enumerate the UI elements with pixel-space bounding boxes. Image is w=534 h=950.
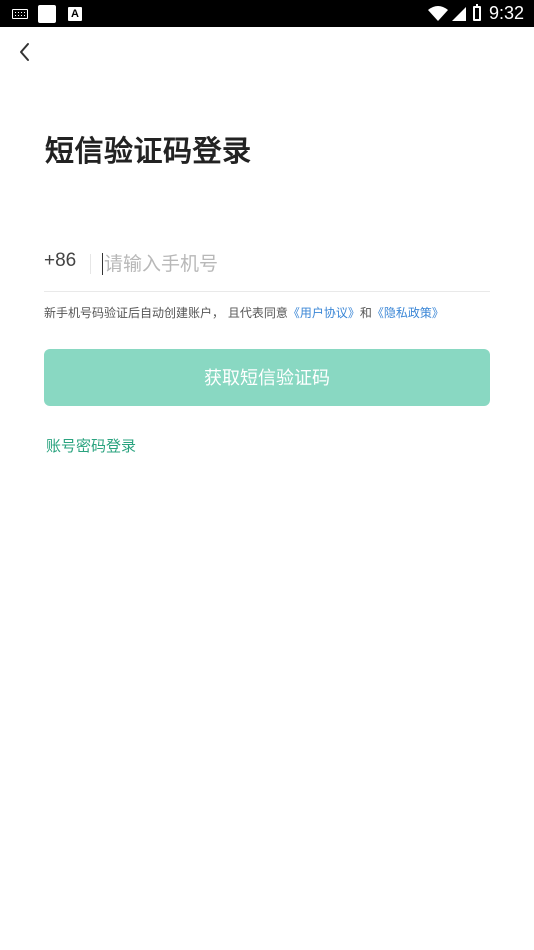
battery-icon [472, 4, 481, 21]
get-sms-code-button[interactable]: 获取短信验证码 [44, 349, 490, 406]
wifi-icon [427, 5, 448, 21]
chevron-left-icon [20, 43, 29, 61]
signal-icon [451, 6, 466, 21]
keyboard-icon [12, 8, 28, 19]
agreement-prefix: 新手机号码验证后自动创建账户， 且代表同意 [44, 306, 288, 320]
agreement-text: 新手机号码验证后自动创建账户， 且代表同意《用户协议》和《隐私政策》 [44, 304, 444, 321]
status-bar-right: 9:32 [427, 0, 524, 27]
privacy-policy-link[interactable]: 《隐私政策》 [372, 306, 444, 320]
status-bar-left: A [12, 4, 82, 23]
phone-input-row: +86 [44, 244, 490, 284]
input-underline [44, 291, 490, 292]
page-title: 短信验证码登录 [45, 134, 252, 168]
back-button[interactable] [14, 40, 38, 64]
user-agreement-link[interactable]: 《用户协议》 [288, 306, 360, 320]
password-login-link[interactable]: 账号密码登录 [46, 435, 136, 456]
agreement-and: 和 [359, 306, 372, 320]
phone-number-input[interactable] [102, 244, 484, 284]
input-divider [90, 254, 91, 274]
status-bar: A 9:32 [0, 0, 534, 27]
text-a-icon: A [68, 6, 82, 21]
country-code-selector[interactable]: +86 [44, 250, 76, 272]
status-time: 9:32 [488, 3, 524, 23]
notification-square-icon [38, 4, 56, 23]
